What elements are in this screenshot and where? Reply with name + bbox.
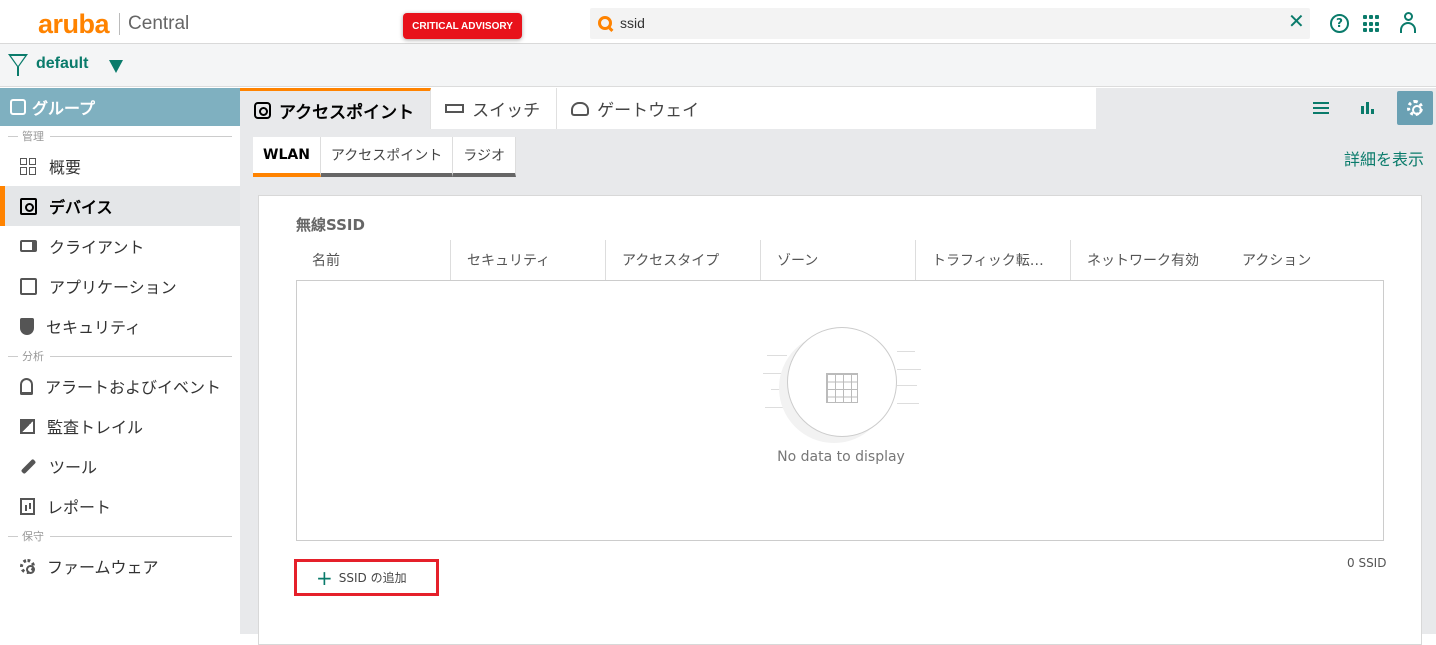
list-icon: [1313, 102, 1329, 114]
section-manage: 管理: [0, 126, 240, 146]
help-icon[interactable]: ?: [1330, 14, 1349, 33]
table-body: No data to display: [296, 280, 1384, 541]
column-header-network-enabled[interactable]: ネットワーク有効: [1071, 240, 1226, 280]
column-header-traffic-forwarding[interactable]: トラフィック転…: [916, 240, 1071, 280]
firmware-icon: [20, 558, 35, 574]
search-icon: [598, 16, 612, 30]
gear-icon: [1407, 100, 1423, 116]
wrench-icon: [16, 454, 40, 478]
sidebar-item-overview[interactable]: 概要: [0, 146, 240, 186]
product-name: Central: [128, 13, 190, 34]
chevron-down-icon[interactable]: [109, 60, 123, 73]
add-ssid-button[interactable]: + SSID の追加: [294, 559, 439, 596]
subtab-radios[interactable]: ラジオ: [453, 137, 516, 177]
column-header-access-type[interactable]: アクセスタイプ: [606, 240, 761, 280]
client-icon: [20, 240, 37, 252]
sidebar-item-applications[interactable]: アプリケーション: [0, 266, 240, 306]
tab-gateways[interactable]: ゲートウェイ: [557, 88, 715, 129]
sidebar-item-security[interactable]: セキュリティ: [0, 306, 240, 346]
empty-state-illustration: [787, 327, 897, 437]
sidebar-item-audit-trail[interactable]: 監査トレイル: [0, 406, 240, 446]
audit-trail-icon: [20, 418, 35, 434]
column-header-actions: アクション: [1242, 253, 1312, 269]
group-icon: [10, 99, 26, 115]
plus-icon: +: [316, 565, 333, 590]
filter-icon: [8, 54, 28, 68]
sidebar-item-firmware[interactable]: ファームウェア: [0, 546, 240, 586]
section-maintain: 保守: [0, 526, 240, 546]
sidebar-item-tools[interactable]: ツール: [0, 446, 240, 486]
sidebar-item-clients[interactable]: クライアント: [0, 226, 240, 266]
empty-state-message: No data to display: [777, 449, 905, 465]
summary-view-button[interactable]: [1350, 91, 1386, 125]
logo-divider: [119, 13, 121, 35]
search-input[interactable]: [620, 15, 1220, 31]
dashboard-icon: [20, 157, 37, 175]
sidebar: グループ 管理 概要 デバイス クライアント アプリケーション セキュリティ 分…: [0, 88, 240, 634]
sidebar-header[interactable]: グループ: [0, 88, 240, 126]
sidebar-header-label: グループ: [32, 99, 96, 118]
view-toolbar: [1303, 91, 1433, 125]
report-icon: [20, 497, 35, 515]
brand-name: aruba: [38, 8, 110, 39]
sidebar-item-devices[interactable]: デバイス: [0, 186, 240, 226]
add-ssid-label: SSID の追加: [338, 571, 407, 585]
group-filter-label[interactable]: default: [36, 55, 88, 73]
column-header-name[interactable]: 名前: [296, 240, 451, 280]
table-icon: [826, 373, 858, 403]
sidebar-item-alerts[interactable]: アラートおよびイベント: [0, 366, 240, 406]
table-header: 名前 セキュリティ アクセスタイプ ゾーン トラフィック転… ネットワーク有効 …: [296, 240, 1383, 280]
section-analyze: 分析: [0, 346, 240, 366]
subtab-access-points[interactable]: アクセスポイント: [320, 137, 454, 177]
bell-icon: [20, 377, 33, 395]
show-details-link[interactable]: 詳細を表示: [1344, 146, 1424, 170]
gateway-icon: [571, 101, 590, 116]
top-bar: aruba Central CRITICAL ADVISORY ✕ ?: [0, 0, 1436, 44]
subtab-wlan[interactable]: WLAN: [253, 137, 321, 177]
main-content: アクセスポイント スイッチ ゲートウェイ WLAN アクセスポイント ラジオ 詳…: [240, 88, 1436, 645]
ssid-count: 0 SSID: [1347, 556, 1387, 570]
column-header-security[interactable]: セキュリティ: [451, 240, 606, 280]
apps-grid-icon[interactable]: [1363, 15, 1381, 33]
aruba-central-logo[interactable]: aruba Central: [38, 8, 190, 39]
column-header-zone[interactable]: ゾーン: [761, 240, 916, 280]
shield-icon: [20, 317, 34, 335]
user-account-icon[interactable]: [1399, 12, 1417, 34]
config-subtabs: WLAN アクセスポイント ラジオ: [253, 137, 516, 177]
switch-icon: [445, 104, 465, 113]
device-icon: [20, 197, 37, 215]
wireless-ssid-panel: 無線SSID 名前 セキュリティ アクセスタイプ ゾーン トラフィック転… ネッ…: [258, 195, 1422, 645]
list-view-button[interactable]: [1303, 91, 1339, 125]
tab-access-points[interactable]: アクセスポイント: [240, 88, 432, 129]
access-point-icon: [254, 101, 271, 119]
sidebar-item-reports[interactable]: レポート: [0, 486, 240, 526]
config-view-button[interactable]: [1397, 91, 1433, 125]
tab-switches[interactable]: スイッチ: [431, 88, 558, 129]
group-filter-bar: default: [0, 44, 1436, 87]
search-box: [590, 8, 1310, 39]
clear-search-icon[interactable]: ✕: [1288, 11, 1305, 31]
critical-advisory-button[interactable]: CRITICAL ADVISORY: [403, 13, 522, 39]
panel-title: 無線SSID: [296, 216, 365, 234]
bar-chart-icon: [1361, 102, 1375, 114]
device-type-tabs: アクセスポイント スイッチ ゲートウェイ: [240, 88, 1096, 129]
application-icon: [20, 277, 37, 295]
